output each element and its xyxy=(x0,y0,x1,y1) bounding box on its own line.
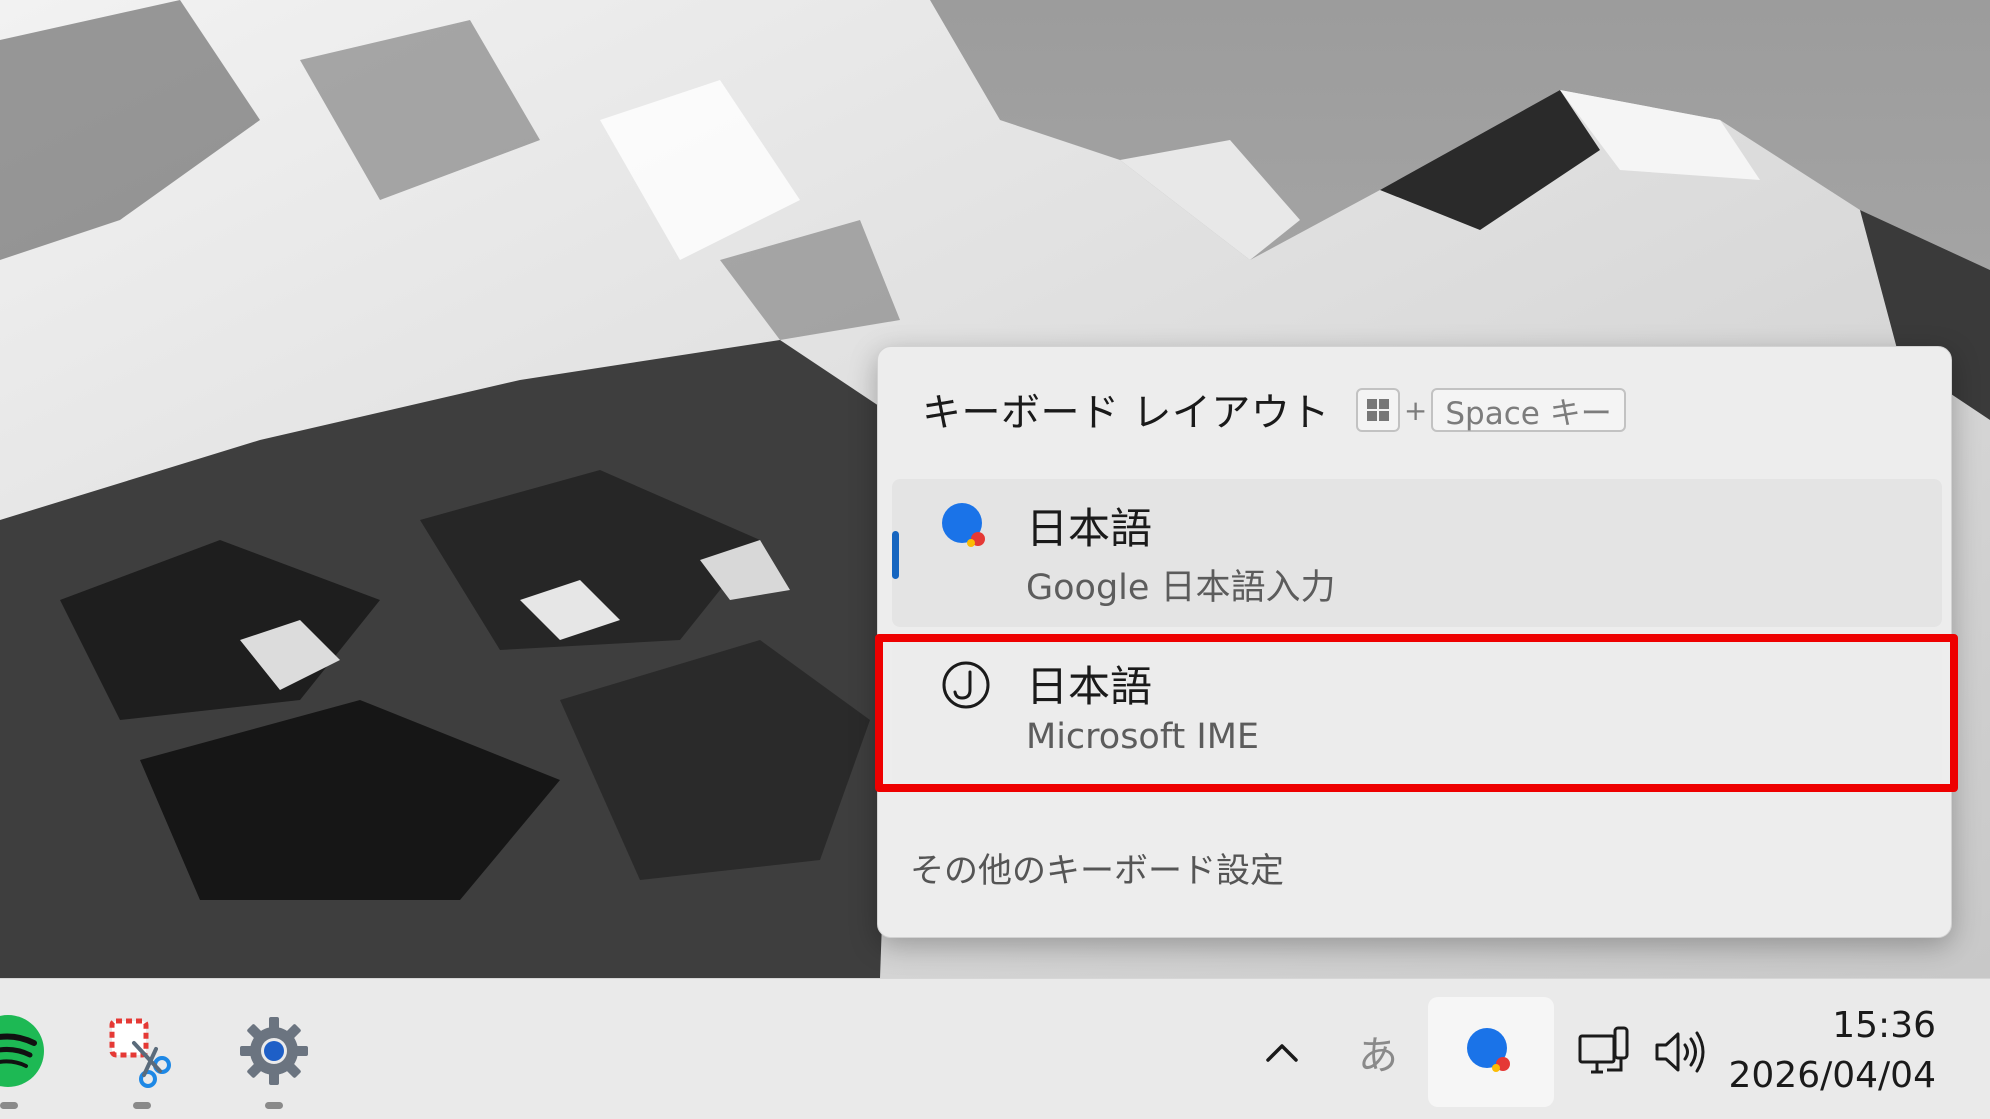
layout-item-language: 日本語 xyxy=(1026,504,1153,553)
input-indicator-button[interactable] xyxy=(1428,997,1554,1107)
network-icon xyxy=(1578,1026,1629,1074)
speaker-icon xyxy=(1655,1031,1705,1073)
app-running-indicator xyxy=(265,1102,283,1109)
snipping-tool-icon xyxy=(109,1018,171,1088)
taskbar-app-snipping-tool[interactable] xyxy=(104,1013,180,1089)
layout-item-ime-name: Google 日本語入力 xyxy=(1026,568,1336,608)
more-keyboard-settings-link[interactable]: その他のキーボード設定 xyxy=(910,843,1284,892)
google-ime-icon xyxy=(1467,1028,1510,1072)
clock-date: 2026/04/04 xyxy=(1728,1055,1937,1096)
app-running-indicator xyxy=(133,1102,151,1109)
ime-mode-label: あ xyxy=(1358,1033,1398,1079)
shortcut-plus: + xyxy=(1403,393,1428,427)
selection-indicator xyxy=(892,531,899,579)
network-button[interactable] xyxy=(1574,997,1634,1107)
clock-time: 15:36 xyxy=(1832,1005,1936,1046)
google-ime-icon xyxy=(942,503,985,547)
gear-icon xyxy=(240,1017,308,1085)
taskbar-app-settings[interactable] xyxy=(236,1013,312,1089)
spotify-icon xyxy=(0,1015,44,1087)
show-hidden-icons-button[interactable] xyxy=(1250,997,1314,1107)
flyout-header: キーボード レイアウト + Space キー xyxy=(922,385,1626,436)
windows-key-icon xyxy=(1355,388,1400,432)
ime-mode-indicator[interactable]: あ xyxy=(1340,997,1416,1107)
keyboard-shortcut-hint: + Space キー xyxy=(1355,388,1626,432)
taskbar-clock[interactable]: 15:36 2026/04/04 xyxy=(1729,1003,1937,1099)
space-key-label: Space キー xyxy=(1431,388,1626,432)
volume-button[interactable] xyxy=(1648,997,1712,1107)
app-running-indicator xyxy=(0,1102,18,1109)
layout-item-google-ime[interactable]: 日本語 Google 日本語入力 xyxy=(892,479,1942,627)
taskbar-app-spotify[interactable] xyxy=(0,1013,46,1089)
flyout-title: キーボード レイアウト xyxy=(922,391,1330,436)
annotation-highlight-box xyxy=(875,634,1958,792)
taskbar: あ 15:36 2026/04/04 xyxy=(0,978,1990,1119)
chevron-up-icon xyxy=(1266,1044,1298,1062)
